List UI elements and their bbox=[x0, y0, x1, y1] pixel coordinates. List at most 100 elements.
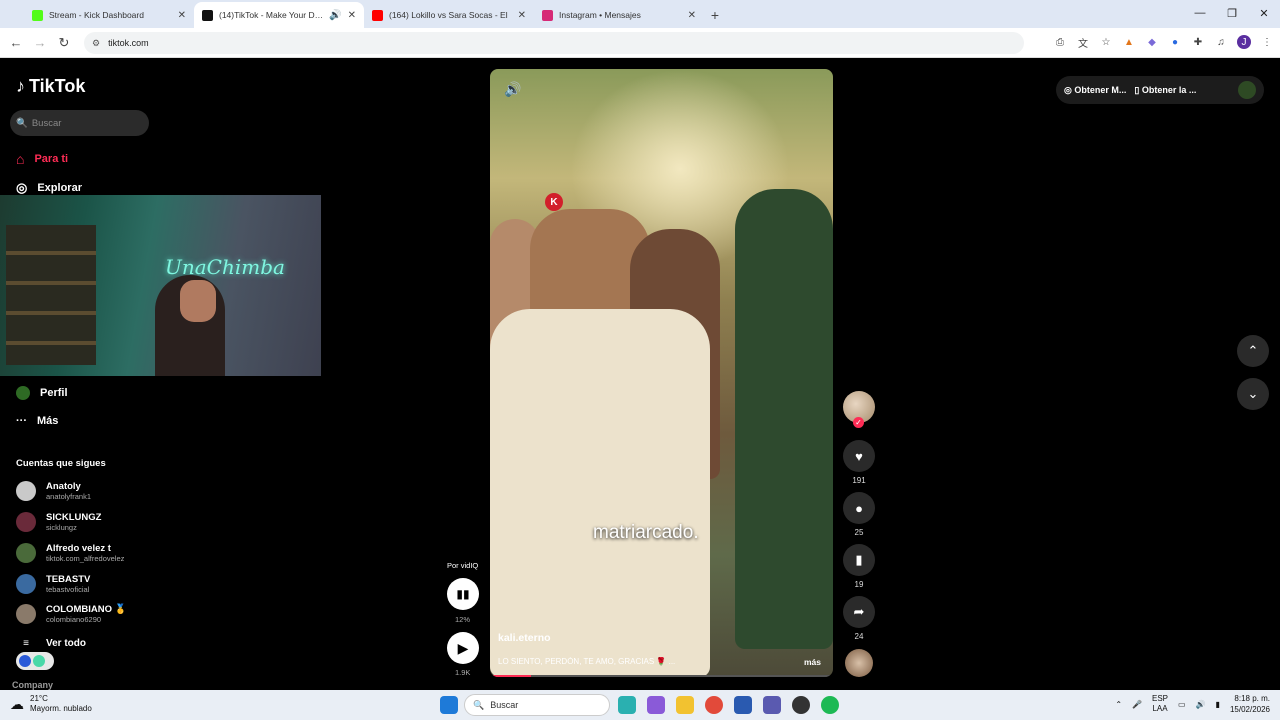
bar-chart-icon: ▮▮ bbox=[456, 587, 470, 601]
tiktok-note-icon: ♪ bbox=[16, 76, 25, 96]
figure bbox=[735, 189, 833, 649]
bookshelf bbox=[6, 225, 96, 365]
system-tray: ⌃ 🎤 ESP LAA ▭ 🔊 ▮ 8:18 p. m. 15/02/2026 bbox=[1115, 693, 1270, 715]
tiktok-logo[interactable]: ♪ TikTok bbox=[16, 76, 85, 97]
new-tab-icon[interactable]: + bbox=[704, 2, 726, 28]
nav-profile[interactable]: Perfil bbox=[16, 386, 68, 400]
play-button[interactable]: ▶ bbox=[447, 632, 479, 664]
tab-youtube[interactable]: (164) Lokillo vs Sara Socas - El ✕ bbox=[364, 2, 534, 28]
following-item[interactable]: TEBASTV tebastvoficial bbox=[16, 574, 90, 594]
more-link[interactable]: más bbox=[804, 657, 821, 667]
site-info-icon[interactable]: ⚙ bbox=[92, 38, 100, 49]
volume-icon[interactable]: 🔊 bbox=[504, 81, 521, 98]
extensions-area: ⎙ 文 ☆ ▲ ◆ ● ✚ ♫ J ⋮ bbox=[1053, 35, 1274, 50]
minimize-icon[interactable]: — bbox=[1184, 0, 1216, 26]
clock[interactable]: 8:18 p. m. 15/02/2026 bbox=[1230, 693, 1270, 715]
microphone-icon[interactable]: 🎤 bbox=[1132, 700, 1142, 709]
close-tab-icon[interactable]: ✕ bbox=[348, 10, 356, 21]
company-link[interactable]: Company bbox=[12, 680, 53, 690]
close-tab-icon[interactable]: ✕ bbox=[178, 10, 186, 21]
following-item[interactable]: Alfredo velez t tiktok.com_alfredovelez bbox=[16, 543, 124, 563]
tray-chevron-icon[interactable]: ⌃ bbox=[1115, 700, 1122, 709]
tab-instagram[interactable]: Instagram • Mensajes ✕ bbox=[534, 2, 704, 28]
follow-plus-icon[interactable]: ✓ bbox=[853, 417, 864, 428]
puzzle-icon[interactable]: ✚ bbox=[1191, 35, 1205, 49]
file-explorer-icon[interactable] bbox=[676, 696, 694, 714]
next-video-button[interactable]: ⌄ bbox=[1237, 378, 1269, 410]
see-all-link[interactable]: ≡ Ver todo bbox=[16, 638, 86, 649]
taskbar-search[interactable]: 🔍 Buscar bbox=[464, 694, 610, 716]
vidiq-stats-button[interactable]: ▮▮ bbox=[447, 578, 479, 610]
profile-avatar-icon[interactable]: J bbox=[1237, 35, 1251, 49]
speaker-icon[interactable]: 🔊 bbox=[329, 10, 341, 21]
youtube-icon bbox=[372, 9, 383, 21]
obs-icon[interactable] bbox=[792, 696, 810, 714]
avatar bbox=[16, 574, 36, 594]
spotify-icon[interactable] bbox=[821, 696, 839, 714]
previous-video-button[interactable]: ⌃ bbox=[1237, 335, 1269, 367]
edge-copilot-icon[interactable] bbox=[618, 696, 636, 714]
tab-tiktok[interactable]: (14)TikTok - Make Your Day 🔊 ✕ bbox=[194, 2, 364, 28]
extension-icon[interactable]: ◆ bbox=[1145, 35, 1159, 49]
close-icon[interactable]: ✕ bbox=[1248, 0, 1280, 26]
teams-icon[interactable] bbox=[763, 696, 781, 714]
chevron-down-icon: ⌄ bbox=[1247, 386, 1259, 401]
bookmark-icon[interactable]: ▮ bbox=[843, 544, 875, 576]
get-app-bar: ◎ Obtener M... ▯ Obtener la ... bbox=[1056, 76, 1264, 104]
url-field[interactable]: ⚙ tiktok.com bbox=[84, 32, 1024, 54]
nav-for-you[interactable]: ⌂ Para ti bbox=[16, 151, 68, 167]
forward-icon[interactable]: → bbox=[28, 35, 52, 50]
extension-icon[interactable]: ● bbox=[1168, 35, 1182, 49]
reload-icon[interactable]: ↻ bbox=[52, 35, 76, 51]
network-icon[interactable]: ▭ bbox=[1178, 700, 1186, 709]
install-icon[interactable]: ⎙ bbox=[1053, 35, 1067, 49]
menu-dots-icon[interactable]: ⋮ bbox=[1260, 35, 1274, 49]
back-icon[interactable]: ← bbox=[4, 35, 28, 50]
battery-icon[interactable]: ▮ bbox=[1216, 700, 1220, 709]
like-action[interactable]: ♥ 191 bbox=[843, 440, 875, 485]
user-avatar[interactable] bbox=[1238, 81, 1256, 99]
windows-start-icon[interactable] bbox=[440, 696, 458, 714]
comment-action[interactable]: ● 25 bbox=[843, 492, 875, 537]
save-action[interactable]: ▮ 19 bbox=[843, 544, 875, 589]
close-tab-icon[interactable]: ✕ bbox=[518, 10, 526, 21]
word-icon[interactable] bbox=[734, 696, 752, 714]
home-icon: ⌂ bbox=[16, 151, 25, 167]
language-indicator[interactable]: ESP LAA bbox=[1152, 694, 1168, 714]
play-icon: ▶ bbox=[457, 639, 469, 656]
comment-count: 25 bbox=[854, 528, 864, 537]
extension-toggle[interactable] bbox=[16, 652, 54, 670]
video-player[interactable]: 🔊 K matriarcado. kali.eterno LO SIENTO, … bbox=[490, 69, 833, 677]
window-controls: — ❐ ✕ bbox=[1184, 0, 1280, 26]
nav-more[interactable]: ··· Más bbox=[16, 415, 58, 427]
media-icon[interactable]: ♫ bbox=[1214, 35, 1228, 49]
address-bar: ← → ↻ ⚙ tiktok.com ⎙ 文 ☆ ▲ ◆ ● ✚ ♫ J ⋮ bbox=[0, 28, 1280, 58]
following-item[interactable]: SICKLUNGZ sicklungz bbox=[16, 512, 101, 532]
chrome-icon[interactable] bbox=[705, 696, 723, 714]
share-count: 24 bbox=[854, 632, 864, 641]
copilot-icon[interactable] bbox=[647, 696, 665, 714]
progress-bar[interactable] bbox=[490, 675, 833, 677]
following-item[interactable]: Anatoly anatolyfrank1 bbox=[16, 481, 91, 501]
weather-widget[interactable]: ☁ 21°C Mayorm. nublado bbox=[10, 694, 92, 714]
video-author[interactable]: kali.eterno bbox=[498, 632, 551, 644]
nav-explore[interactable]: ◎ Explorar bbox=[16, 180, 82, 196]
comment-icon[interactable]: ● bbox=[843, 492, 875, 524]
get-app-button[interactable]: ▯ Obtener la ... bbox=[1134, 85, 1196, 96]
search-input[interactable]: 🔍 Buscar bbox=[10, 110, 149, 136]
volume-icon[interactable]: 🔊 bbox=[1196, 700, 1206, 709]
share-action[interactable]: ➦ 24 bbox=[843, 596, 875, 641]
url-text: tiktok.com bbox=[108, 38, 149, 48]
heart-icon[interactable]: ♥ bbox=[843, 440, 875, 472]
search-icon: 🔍 bbox=[16, 117, 28, 129]
translate-icon[interactable]: 文 bbox=[1076, 35, 1090, 50]
get-coins-button[interactable]: ◎ Obtener M... bbox=[1064, 85, 1126, 96]
close-tab-icon[interactable]: ✕ bbox=[688, 10, 696, 21]
bookmark-star-icon[interactable]: ☆ bbox=[1099, 35, 1113, 49]
share-icon[interactable]: ➦ bbox=[843, 596, 875, 628]
restore-icon[interactable]: ❐ bbox=[1216, 0, 1248, 26]
music-disc[interactable] bbox=[845, 649, 873, 677]
tab-kick[interactable]: Stream - Kick Dashboard ✕ bbox=[24, 2, 194, 28]
metamask-icon[interactable]: ▲ bbox=[1122, 35, 1136, 49]
following-item[interactable]: COLOMBIANO 🥇 colombiano6290 bbox=[16, 604, 126, 624]
